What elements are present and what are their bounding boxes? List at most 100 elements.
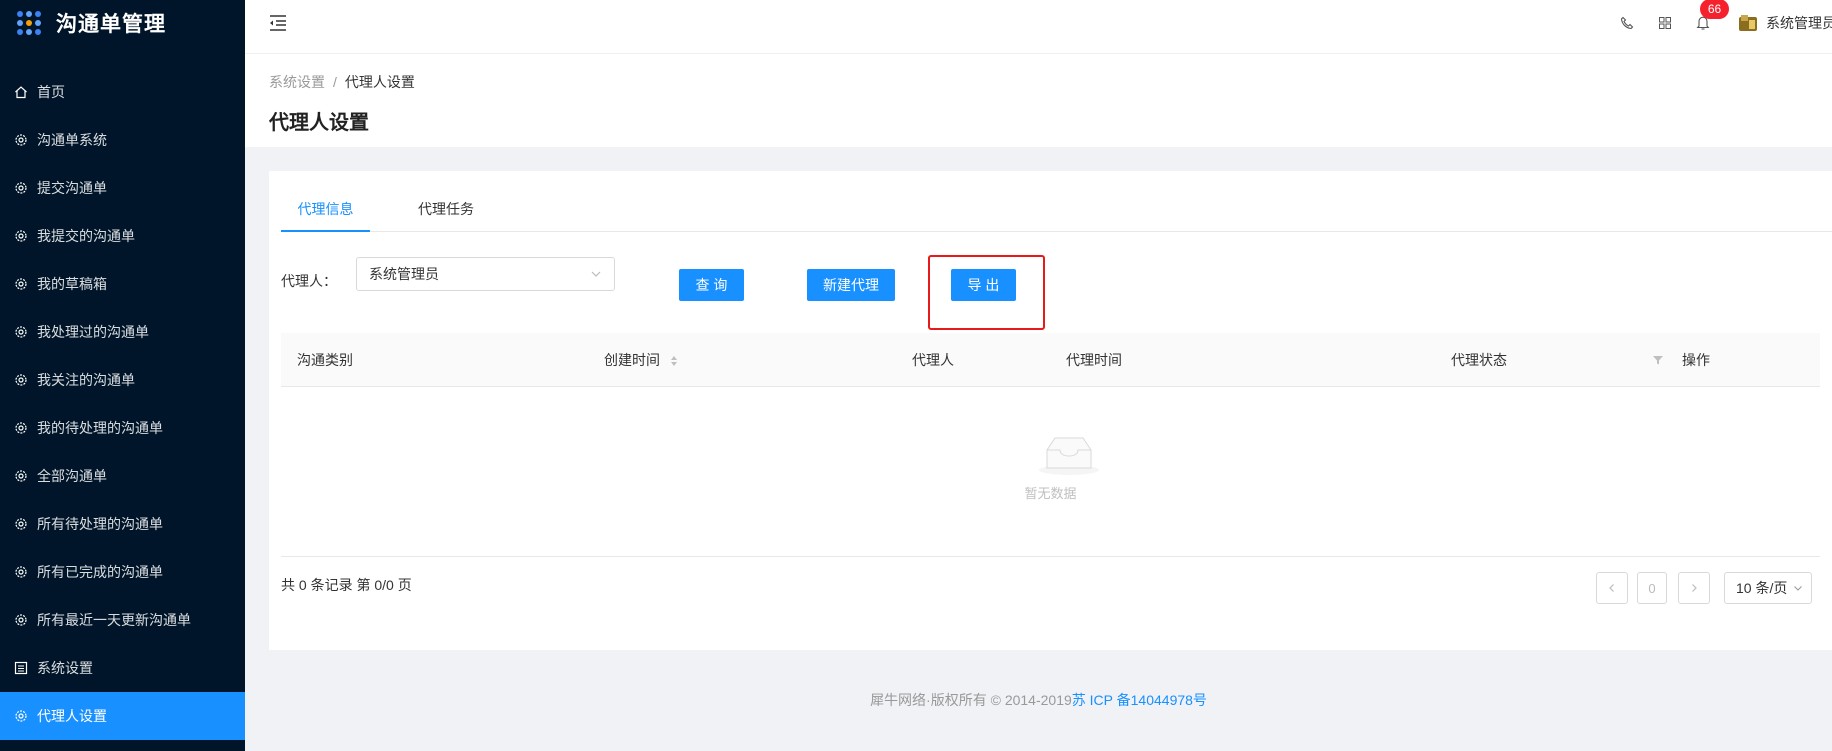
column-header: 代理人 <box>912 352 954 368</box>
page-size-select[interactable]: 10 条/页 <box>1724 572 1812 604</box>
filter-form: 代理人： 系统管理员 <box>281 257 615 291</box>
column-header: 代理状态 <box>1451 352 1507 368</box>
top-header: 66 系统管理员 <box>245 0 1832 54</box>
inbox-empty-icon <box>1039 437 1099 475</box>
agent-select[interactable]: 系统管理员 <box>356 257 615 291</box>
sidebar-item-home[interactable]: 首页 <box>0 68 245 116</box>
agent-select-value: 系统管理员 <box>369 266 439 282</box>
sort-icon[interactable] <box>670 355 678 367</box>
sidebar-item-label: 代理人设置 <box>37 708 107 724</box>
home-icon <box>14 85 28 99</box>
sidebar-item-all-completed[interactable]: 所有已完成的沟通单 <box>0 548 245 596</box>
sidebar-item-label: 所有已完成的沟通单 <box>37 564 163 580</box>
sidebar-item-label: 我的待处理的沟通单 <box>37 420 163 436</box>
sidebar-item-label: 所有最近一天更新沟通单 <box>37 612 191 628</box>
sidebar-item-ticket-system[interactable]: 沟通单系统 <box>0 116 245 164</box>
icp-link[interactable]: 苏 ICP 备14044978号 <box>1072 692 1207 708</box>
copyright-text: 犀牛网络·版权所有 © 2014-2019 <box>870 692 1072 708</box>
breadcrumb: 系统设置 / 代理人设置 <box>269 72 415 92</box>
apps-grid-icon[interactable] <box>1656 14 1674 32</box>
sidebar-item-all-tickets[interactable]: 全部沟通单 <box>0 452 245 500</box>
table-empty: 暂无数据 <box>281 387 1820 557</box>
sidebar-item-my-pending[interactable]: 我的待处理的沟通单 <box>0 404 245 452</box>
sidebar-item-label: 首页 <box>37 84 65 100</box>
gear-icon <box>14 613 28 627</box>
footer: 犀牛网络·版权所有 © 2014-2019苏 ICP 备14044978号 <box>245 690 1832 710</box>
gear-icon <box>14 325 28 339</box>
sidebar: 沟通单管理 首页 沟通单系统 提交沟通单 我提交的沟通单 我的草稿箱 我处理过的… <box>0 0 245 751</box>
sidebar-item-label: 沟通单系统 <box>37 132 107 148</box>
content-card: 代理信息 代理任务 代理人： 系统管理员 查 询 新建代理 导 出 沟通类别 创… <box>269 171 1832 650</box>
gear-icon <box>14 181 28 195</box>
highlight-annotation <box>928 255 1045 330</box>
sidebar-item-my-followed[interactable]: 我关注的沟通单 <box>0 356 245 404</box>
breadcrumb-current: 代理人设置 <box>344 74 415 90</box>
page-size-value: 10 条/页 <box>1736 580 1788 596</box>
gear-icon <box>14 229 28 243</box>
prev-page-button[interactable] <box>1596 572 1628 604</box>
sidebar-item-label: 全部沟通单 <box>37 468 107 484</box>
column-header: 代理时间 <box>1066 352 1122 368</box>
gear-icon <box>14 709 28 723</box>
app-title: 沟通单管理 <box>56 13 166 36</box>
app-logo[interactable]: 沟通单管理 <box>0 0 245 46</box>
filter-icon[interactable] <box>1652 354 1664 366</box>
sidebar-item-my-submitted[interactable]: 我提交的沟通单 <box>0 212 245 260</box>
sidebar-item-label: 我处理过的沟通单 <box>37 324 149 340</box>
menu-fold-icon[interactable] <box>268 14 290 34</box>
breadcrumb-parent[interactable]: 系统设置 <box>269 72 325 92</box>
chevron-down-icon <box>1794 586 1802 591</box>
bell-icon[interactable]: 66 <box>1694 0 1729 32</box>
sidebar-menu: 首页 沟通单系统 提交沟通单 我提交的沟通单 我的草稿箱 我处理过的沟通单 我关… <box>0 68 245 740</box>
chevron-down-icon <box>591 271 601 277</box>
page-header: 系统设置 / 代理人设置 代理人设置 <box>245 54 1832 147</box>
page-title: 代理人设置 <box>269 112 369 134</box>
chevron-left-icon <box>1609 584 1614 592</box>
gear-icon <box>14 373 28 387</box>
sidebar-item-label: 所有待处理的沟通单 <box>37 516 163 532</box>
sidebar-item-label: 我关注的沟通单 <box>37 372 135 388</box>
breadcrumb-separator: / <box>333 74 337 90</box>
gear-icon <box>14 277 28 291</box>
sidebar-item-all-pending[interactable]: 所有待处理的沟通单 <box>0 500 245 548</box>
table-header: 沟通类别 创建时间 代理人 代理时间 代理状态 操作 <box>281 333 1820 387</box>
sidebar-item-submit-ticket[interactable]: 提交沟通单 <box>0 164 245 212</box>
phone-icon[interactable] <box>1618 14 1636 32</box>
chevron-right-icon <box>1692 584 1697 592</box>
tabs: 代理信息 代理任务 <box>281 199 1832 232</box>
agent-label: 代理人： <box>281 273 337 289</box>
sidebar-item-label: 我提交的沟通单 <box>37 228 135 244</box>
query-button[interactable]: 查 询 <box>679 269 744 301</box>
sidebar-item-system-settings[interactable]: 系统设置 <box>0 644 245 692</box>
empty-text: 暂无数据 <box>1024 486 1077 501</box>
header-actions: 66 系统管理员 <box>1618 0 1832 46</box>
avatar <box>1739 15 1757 31</box>
gear-icon <box>14 133 28 147</box>
sidebar-item-drafts[interactable]: 我的草稿箱 <box>0 260 245 308</box>
gear-icon <box>14 517 28 531</box>
page-number[interactable]: 0 <box>1637 572 1667 604</box>
column-header-label: 创建时间 <box>604 352 660 368</box>
tab-agent-info[interactable]: 代理信息 <box>281 199 370 232</box>
gear-icon <box>14 469 28 483</box>
sidebar-item-label: 我的草稿箱 <box>37 276 107 292</box>
pagination-total: 共 0 条记录 第 0/0 页 <box>281 577 412 593</box>
notification-badge: 66 <box>1700 0 1729 19</box>
column-header: 沟通类别 <box>297 352 353 368</box>
sidebar-item-agent-settings[interactable]: 代理人设置 <box>0 692 245 740</box>
sidebar-item-my-processed[interactable]: 我处理过的沟通单 <box>0 308 245 356</box>
tab-agent-tasks[interactable]: 代理任务 <box>418 199 474 232</box>
new-agent-button[interactable]: 新建代理 <box>807 269 895 301</box>
user-name: 系统管理员 <box>1766 15 1832 31</box>
gear-icon <box>14 565 28 579</box>
gear-icon <box>14 421 28 435</box>
sidebar-item-label: 提交沟通单 <box>37 180 107 196</box>
user-menu[interactable]: 系统管理员 <box>1738 13 1832 33</box>
app-grid-icon <box>17 11 41 35</box>
column-header: 操作 <box>1682 352 1710 368</box>
sidebar-item-label: 系统设置 <box>37 660 93 676</box>
sidebar-item-recent-updated[interactable]: 所有最近一天更新沟通单 <box>0 596 245 644</box>
column-header-sortable[interactable]: 创建时间 <box>604 333 678 387</box>
next-page-button[interactable] <box>1678 572 1710 604</box>
list-icon <box>14 661 28 675</box>
